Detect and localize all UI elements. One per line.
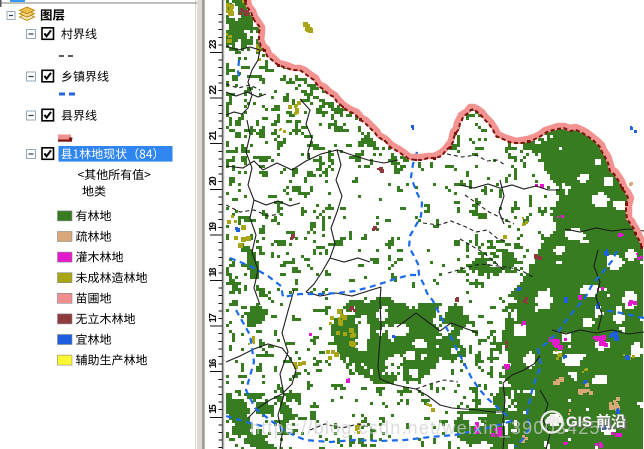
svg-text:19: 19 [208,221,219,231]
svg-text:16: 16 [208,358,219,368]
svg-text:15: 15 [208,404,219,414]
svg-text:22: 22 [208,85,219,95]
svg-text:GIS: GIS [566,414,592,431]
svg-text:23: 23 [208,39,219,49]
svg-text:21: 21 [208,130,219,140]
svg-text:17: 17 [208,313,219,323]
svg-text:20: 20 [208,176,219,186]
svg-text:18: 18 [208,267,219,277]
